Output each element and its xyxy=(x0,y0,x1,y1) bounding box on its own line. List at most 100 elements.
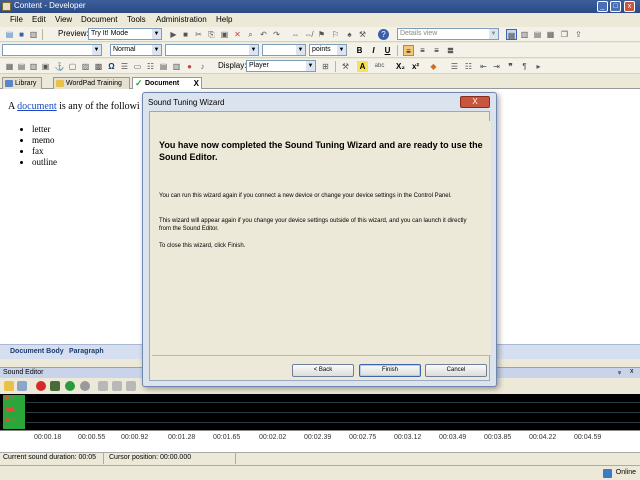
layout-grid-icon[interactable]: ▦ xyxy=(545,29,556,40)
stop-icon[interactable]: ■ xyxy=(180,29,191,40)
paste-icon[interactable]: ▣ xyxy=(219,29,230,40)
list-view-icon[interactable]: ☷ xyxy=(145,61,156,72)
image-icon[interactable]: ▨ xyxy=(80,61,91,72)
menu-edit[interactable]: Edit xyxy=(32,15,46,24)
indent-icon[interactable]: ⇥ xyxy=(491,61,502,72)
font-select[interactable]: ▼ xyxy=(165,44,259,56)
more-icon[interactable]: ▸ xyxy=(533,61,544,72)
insert-row-icon[interactable]: ▤ xyxy=(16,61,27,72)
font-size-select[interactable]: ▼ xyxy=(262,44,306,56)
tool-icon[interactable]: ⚒ xyxy=(357,29,368,40)
quote-icon[interactable]: ❞ xyxy=(505,61,516,72)
numbered-list-icon[interactable]: ☷ xyxy=(463,61,474,72)
format-painter-icon[interactable]: ⚒ xyxy=(340,61,351,72)
sound-settings-icon[interactable] xyxy=(17,381,27,391)
undo-icon[interactable]: ↶ xyxy=(258,29,269,40)
insert-column-icon[interactable]: ▥ xyxy=(28,61,39,72)
flag-icon[interactable]: ⚐ xyxy=(330,29,341,40)
play-button-icon[interactable] xyxy=(65,381,75,391)
outdent-icon[interactable]: ⇤ xyxy=(478,61,489,72)
symbol-icon[interactable]: Ω xyxy=(106,61,117,72)
menu-file[interactable]: File xyxy=(10,15,23,24)
find-icon[interactable]: ⌕ xyxy=(245,29,256,40)
record-button-icon[interactable] xyxy=(36,381,46,391)
hyperlink-icon[interactable]: ☰ xyxy=(119,61,130,72)
menu-tools[interactable]: Tools xyxy=(127,15,146,24)
display-select[interactable]: Player ▼ xyxy=(246,60,316,72)
play-icon[interactable]: ▶ xyxy=(168,29,179,40)
help-icon[interactable]: ? xyxy=(378,29,389,40)
tab-wordpad-training[interactable]: WordPad Training xyxy=(53,77,130,89)
unlink-icon[interactable]: ⇎ xyxy=(303,29,314,40)
menu-view[interactable]: View xyxy=(55,15,72,24)
export-icon[interactable]: ⇪ xyxy=(573,29,584,40)
anchor-icon[interactable]: ⚓ xyxy=(54,61,65,72)
delete-icon[interactable]: ✕ xyxy=(232,29,243,40)
menu-help[interactable]: Help xyxy=(216,15,232,24)
style-select[interactable]: Normal ▼ xyxy=(110,44,162,56)
sound-editor-close-icon[interactable]: x xyxy=(630,368,634,375)
border-icon[interactable]: ▢ xyxy=(67,61,78,72)
superscript-button[interactable]: x² xyxy=(410,61,421,72)
waveform-display[interactable]: -6.0 -Inf. -6.0 xyxy=(0,394,640,430)
copy-sound-icon[interactable] xyxy=(112,381,122,391)
breadcrumb-document-body[interactable]: Document Body xyxy=(10,348,64,355)
dialog-close-button[interactable]: X xyxy=(460,96,490,108)
volume-icon[interactable] xyxy=(50,381,60,391)
audio-icon[interactable]: ♪ xyxy=(197,61,208,72)
maximize-button[interactable]: □ xyxy=(610,1,621,12)
layout-split-icon[interactable]: ▥ xyxy=(519,29,530,40)
eraser-icon[interactable]: ◆ xyxy=(428,61,439,72)
cancel-button[interactable]: Cancel xyxy=(425,364,487,377)
field-icon[interactable]: ▭ xyxy=(132,61,143,72)
menu-document[interactable]: Document xyxy=(81,15,117,24)
menu-administration[interactable]: Administration xyxy=(156,15,207,24)
media-icon[interactable]: ▩ xyxy=(93,61,104,72)
save-icon[interactable]: ■ xyxy=(16,29,27,40)
cut-icon[interactable]: ✂ xyxy=(193,29,204,40)
underline-button[interactable]: U xyxy=(382,45,393,56)
form-icon[interactable]: ▤ xyxy=(158,61,169,72)
align-center-icon[interactable]: ≡ xyxy=(417,45,428,56)
pin-icon[interactable]: ᵩ xyxy=(618,368,621,375)
highlight-icon[interactable]: A xyxy=(357,61,368,72)
layout-icon[interactable]: ▦ xyxy=(506,29,517,40)
chart-icon[interactable]: ▥ xyxy=(171,61,182,72)
italic-button[interactable]: I xyxy=(368,45,379,56)
paragraph-style-select[interactable]: ▼ xyxy=(2,44,102,56)
layout-list-icon[interactable]: ▤ xyxy=(532,29,543,40)
paragraph-icon[interactable]: ¶ xyxy=(519,61,530,72)
document-link[interactable]: document xyxy=(17,101,56,112)
copy-icon[interactable]: ⎘ xyxy=(206,29,217,40)
record-icon[interactable]: ● xyxy=(184,61,195,72)
spellcheck-icon[interactable]: ♠ xyxy=(344,29,355,40)
breadcrumb-paragraph[interactable]: Paragraph xyxy=(69,348,104,355)
justify-icon[interactable]: ≣ xyxy=(445,45,456,56)
close-window-button[interactable]: x xyxy=(624,1,635,12)
window-icon[interactable]: ❐ xyxy=(559,29,570,40)
bookmark-icon[interactable]: ⚑ xyxy=(316,29,327,40)
print-icon[interactable]: ▥ xyxy=(28,29,39,40)
paste-sound-icon[interactable] xyxy=(126,381,136,391)
tab-close-icon[interactable]: X xyxy=(194,78,199,89)
minimize-button[interactable]: _ xyxy=(597,1,608,12)
tab-library[interactable]: Library xyxy=(2,77,42,89)
align-right-icon[interactable]: ≡ xyxy=(431,45,442,56)
bullet-list-icon[interactable]: ☰ xyxy=(449,61,460,72)
bold-button[interactable]: B xyxy=(354,45,365,56)
new-icon[interactable]: ▤ xyxy=(4,29,15,40)
preview-mode-select[interactable]: Try It! Mode ▼ xyxy=(88,28,162,40)
subscript-button[interactable]: X₂ xyxy=(395,61,406,72)
merge-icon[interactable]: ▣ xyxy=(40,61,51,72)
stop-button-icon[interactable] xyxy=(80,381,90,391)
back-button[interactable]: < Back xyxy=(292,364,354,377)
view-select[interactable]: Details view ▼ xyxy=(397,28,499,40)
link-icon[interactable]: ⇔ xyxy=(290,29,301,40)
cut-sound-icon[interactable] xyxy=(98,381,108,391)
strikethrough-button[interactable]: abc xyxy=(374,61,385,72)
finish-button[interactable]: Finish xyxy=(359,364,421,377)
redo-icon[interactable]: ↷ xyxy=(271,29,282,40)
table-icon[interactable]: ▦ xyxy=(4,61,15,72)
zoom-icon[interactable]: ⊞ xyxy=(320,61,331,72)
open-sound-icon[interactable] xyxy=(4,381,14,391)
